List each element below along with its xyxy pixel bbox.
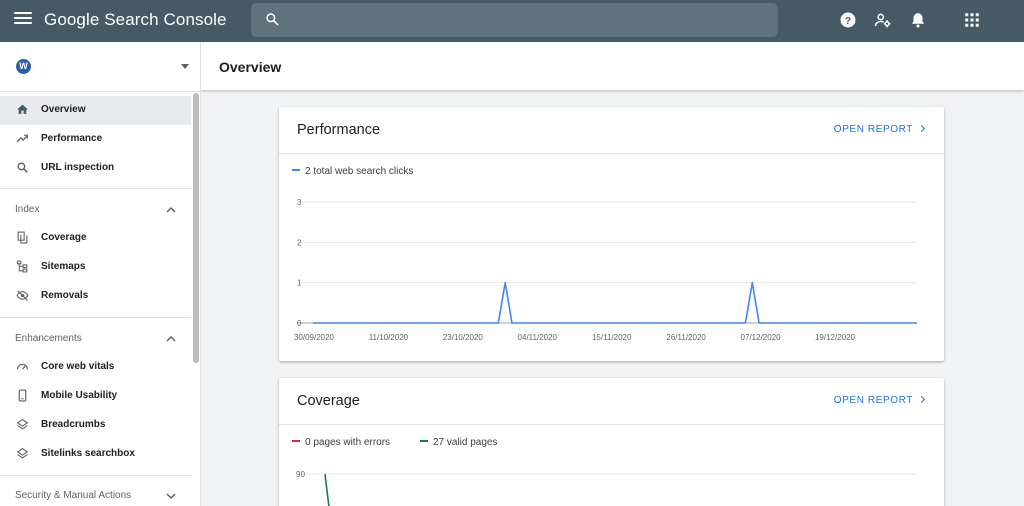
chevron-up-icon[interactable] xyxy=(166,335,176,343)
x-tick-label: 23/10/2020 xyxy=(443,333,484,342)
caret-down-icon[interactable] xyxy=(181,64,189,69)
search-bar[interactable] xyxy=(251,3,778,37)
wordpress-icon: W xyxy=(16,59,31,74)
sidebar-item-label: Sitelinks searchbox xyxy=(41,448,135,459)
sidebar-divider xyxy=(0,475,191,476)
sidebar-item-label: Overview xyxy=(41,104,86,115)
search-input[interactable] xyxy=(291,7,761,33)
section-enhancements-header[interactable]: Enhancements xyxy=(0,325,191,353)
apps-grid-icon[interactable] xyxy=(963,11,983,31)
series-line xyxy=(324,473,330,506)
x-tick-label: 15/11/2020 xyxy=(592,333,632,342)
sidebar-item-mobile-usability[interactable]: Mobile Usability xyxy=(0,382,191,411)
sitemap-icon xyxy=(17,260,28,273)
main-content: Overview Performance OPEN REPORT 2 total… xyxy=(201,42,1024,506)
sidebar-item-sitemaps[interactable]: Sitemaps xyxy=(0,253,191,282)
sidebar-item-label: Core web vitals xyxy=(41,361,115,372)
series-line xyxy=(313,281,917,324)
sidebar-divider xyxy=(0,188,191,189)
x-tick-label: 19/12/2020 xyxy=(815,333,856,342)
coverage-card: Coverage OPEN REPORT 0 pages with errors… xyxy=(279,378,944,506)
removals-icon xyxy=(16,290,29,301)
search-icon[interactable] xyxy=(265,12,279,26)
section-index-header[interactable]: Index xyxy=(0,196,191,224)
sidebar-item-sitelinks-searchbox[interactable]: Sitelinks searchbox xyxy=(0,440,191,469)
page-title: Overview xyxy=(219,59,282,75)
chevron-down-icon[interactable] xyxy=(166,492,176,500)
manage-users-icon[interactable] xyxy=(874,11,894,31)
sidebar-item-label: Mobile Usability xyxy=(41,390,118,401)
sidebar-scrollbar[interactable] xyxy=(193,93,199,363)
sidebar-item-label: Coverage xyxy=(41,232,87,243)
y-tick-label: 3 xyxy=(297,198,302,207)
notifications-icon[interactable] xyxy=(909,11,929,31)
coverage-chart: 90 xyxy=(296,470,917,506)
help-icon[interactable]: ? xyxy=(839,11,859,31)
x-tick-label: 07/12/2020 xyxy=(741,333,782,342)
sidebar-item-url-inspection[interactable]: URL inspection xyxy=(0,154,191,183)
section-title: Enhancements xyxy=(15,333,82,344)
sidebar-item-label: URL inspection xyxy=(41,162,115,173)
y-tick-label: 1 xyxy=(297,279,302,288)
sidebar-item-breadcrumbs[interactable]: Breadcrumbs xyxy=(0,411,191,440)
sidebar: W Overview Performance URL inspection In… xyxy=(0,42,201,506)
x-tick-label: 26/11/2020 xyxy=(666,333,706,342)
sidebar-item-coverage[interactable]: Coverage xyxy=(0,224,191,253)
sidebar-item-performance[interactable]: Performance xyxy=(0,125,191,154)
sidebar-item-label: Performance xyxy=(41,133,103,144)
page-header: Overview xyxy=(201,42,1024,90)
sidebar-item-label: Removals xyxy=(41,290,89,301)
y-tick-label: 90 xyxy=(296,470,305,479)
svg-text:?: ? xyxy=(845,15,851,27)
gauge-icon xyxy=(17,363,28,370)
top-app-bar: Google Search Console ? xyxy=(0,0,1024,42)
menu-icon[interactable] xyxy=(14,12,32,30)
performance-card: Performance OPEN REPORT 2 total web sear… xyxy=(279,107,944,361)
sidebar-item-core-web-vitals[interactable]: Core web vitals xyxy=(0,353,191,382)
sidebar-item-removals[interactable]: Removals xyxy=(0,282,191,311)
x-tick-label: 30/09/2020 xyxy=(294,333,335,342)
sidebar-divider xyxy=(0,317,191,318)
layers-icon xyxy=(16,418,29,430)
coverage-icon xyxy=(17,231,28,244)
y-tick-label: 2 xyxy=(297,238,302,247)
sidebar-item-overview[interactable]: Overview xyxy=(0,96,191,125)
y-tick-label: 0 xyxy=(297,319,302,328)
search-icon xyxy=(17,162,28,173)
trending-up-icon xyxy=(16,134,29,143)
phone-icon xyxy=(18,389,27,402)
chevron-up-icon[interactable] xyxy=(166,206,176,214)
app-title[interactable]: Google Search Console xyxy=(44,10,227,30)
sidebar-item-label: Sitemaps xyxy=(41,261,86,272)
section-title: Security & Manual Actions xyxy=(15,490,132,501)
section-security-header[interactable]: Security & Manual Actions xyxy=(0,482,191,506)
x-tick-label: 04/11/2020 xyxy=(518,333,558,342)
sidebar-item-label: Breadcrumbs xyxy=(41,419,106,430)
layers-icon xyxy=(16,447,29,459)
property-selector[interactable]: W xyxy=(0,42,200,92)
home-icon xyxy=(17,104,28,114)
x-tick-label: 11/10/2020 xyxy=(369,333,409,342)
section-title: Index xyxy=(15,204,40,215)
performance-chart: 0 1 2 3 30/09/2020 11/10/2020 23/10/2020 04/11/… xyxy=(294,198,917,342)
